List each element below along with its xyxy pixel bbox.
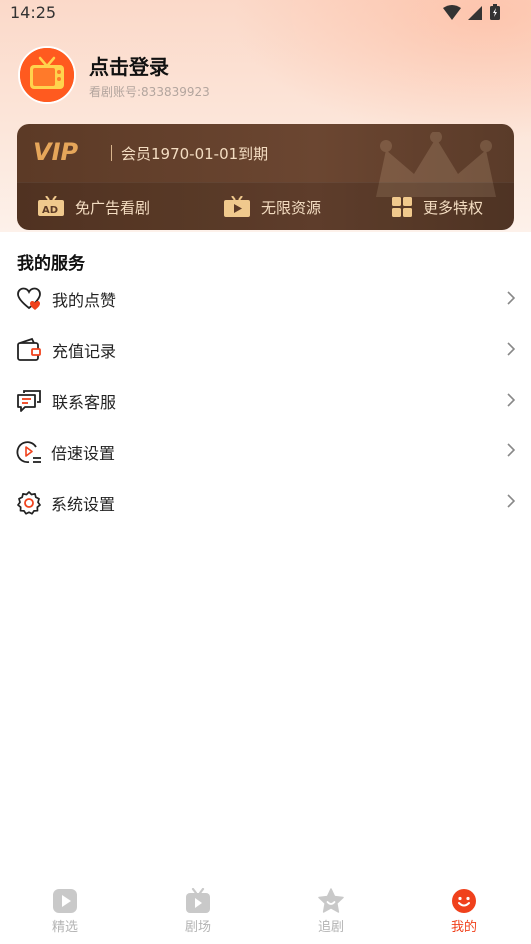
status-bar: 14:25 bbox=[0, 0, 531, 28]
heart-icon bbox=[17, 287, 41, 310]
menu-label: 倍速设置 bbox=[51, 444, 116, 463]
chevron-right-icon bbox=[507, 291, 515, 305]
smile-icon bbox=[452, 889, 476, 913]
tv-avatar-icon bbox=[20, 48, 74, 102]
tv-play-icon bbox=[224, 196, 250, 217]
services-title: 我的服务 bbox=[17, 254, 85, 274]
vip-feature-label: 无限资源 bbox=[261, 198, 322, 217]
menu-item-settings[interactable]: 系统设置 bbox=[0, 482, 531, 522]
tab-label: 追剧 bbox=[317, 920, 344, 935]
chat-icon bbox=[17, 390, 41, 412]
menu-item-likes[interactable]: 我的点赞 bbox=[0, 278, 531, 318]
signal-icon bbox=[468, 5, 482, 20]
wifi-icon bbox=[443, 4, 461, 20]
tab-label: 精选 bbox=[51, 920, 78, 935]
ad-icon: AD bbox=[38, 196, 64, 216]
vip-divider bbox=[111, 145, 112, 161]
tab-following[interactable]: 追剧 bbox=[291, 888, 371, 935]
tv-icon bbox=[186, 888, 210, 913]
vip-feature-no-ads[interactable]: AD 免广告看剧 bbox=[37, 195, 150, 219]
vip-feature-label: 更多特权 bbox=[423, 198, 484, 217]
chevron-right-icon bbox=[507, 342, 515, 356]
tab-label: 剧场 bbox=[184, 920, 211, 935]
chevron-right-icon bbox=[507, 494, 515, 508]
menu-item-speed[interactable]: 倍速设置 bbox=[0, 431, 531, 471]
menu-item-recharge[interactable]: 充值记录 bbox=[0, 329, 531, 369]
vip-feature-unlimited[interactable]: 无限资源 bbox=[223, 195, 321, 219]
chevron-right-icon bbox=[507, 443, 515, 457]
vip-feature-label: 免广告看剧 bbox=[75, 198, 151, 217]
tab-mine[interactable]: 我的 bbox=[424, 888, 504, 935]
vip-status-row: VIP 会员1970-01-01到期 bbox=[17, 124, 514, 182]
vip-features: AD 免广告看剧 无限资源 更多特权 bbox=[17, 182, 514, 230]
svg-text:AD: AD bbox=[42, 205, 58, 216]
status-icons bbox=[443, 4, 501, 21]
bottom-tab-bar: 精选 剧场 追剧 我的 bbox=[0, 882, 531, 944]
tab-label: 我的 bbox=[450, 920, 477, 935]
svg-text:VIP: VIP bbox=[33, 138, 79, 166]
battery-icon bbox=[490, 4, 500, 20]
menu-label: 联系客服 bbox=[52, 393, 117, 412]
play-icon bbox=[53, 889, 77, 913]
tab-featured[interactable]: 精选 bbox=[25, 888, 105, 935]
star-icon bbox=[318, 888, 344, 913]
menu-label: 我的点赞 bbox=[52, 291, 117, 310]
speed-play-icon bbox=[16, 441, 41, 463]
wallet-icon bbox=[17, 337, 41, 361]
profile-header[interactable]: 点击登录 看剧账号:833839923 bbox=[18, 46, 418, 106]
menu-label: 充值记录 bbox=[52, 342, 117, 361]
login-title[interactable]: 点击登录 bbox=[89, 51, 169, 80]
status-time: 14:25 bbox=[10, 3, 57, 22]
chevron-right-icon bbox=[507, 393, 515, 407]
gear-icon bbox=[17, 491, 41, 515]
avatar[interactable] bbox=[18, 46, 76, 104]
grid-icon bbox=[392, 197, 412, 217]
vip-expire-text: 会员1970-01-01到期 bbox=[121, 145, 269, 163]
vip-card[interactable]: VIP 会员1970-01-01到期 AD 免广告看剧 无限资源 更多特权 bbox=[17, 124, 514, 230]
vip-feature-more[interactable]: 更多特权 bbox=[391, 195, 483, 219]
menu-item-support[interactable]: 联系客服 bbox=[0, 380, 531, 420]
menu-label: 系统设置 bbox=[51, 495, 116, 514]
account-id: 看剧账号:833839923 bbox=[89, 85, 210, 99]
vip-logo: VIP bbox=[33, 138, 79, 166]
tab-theater[interactable]: 剧场 bbox=[158, 888, 238, 935]
